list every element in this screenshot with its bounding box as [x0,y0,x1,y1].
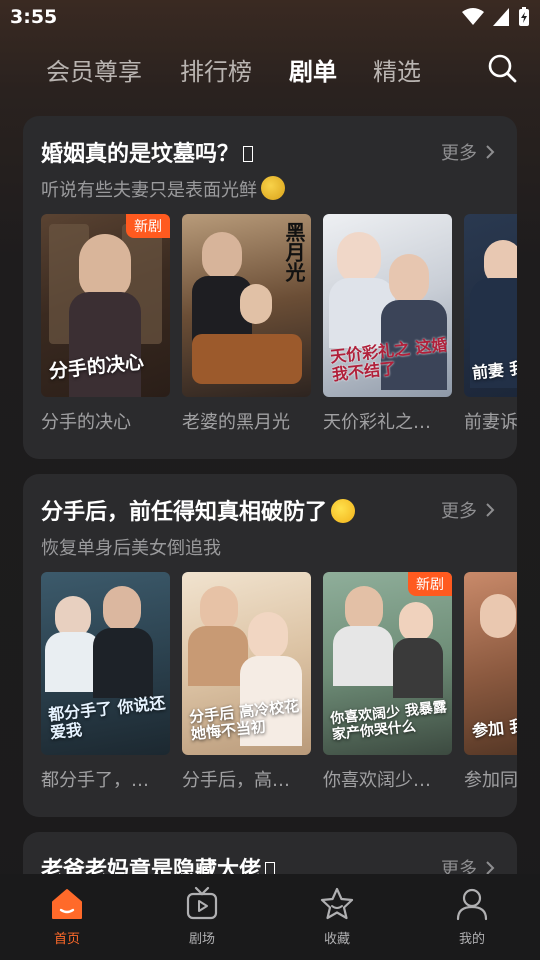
status-icons [462,7,530,27]
section-subtitle: 听说有些夫妻只是表面光鲜 [41,176,285,202]
status-bar: 3:55 [0,0,540,36]
drama-title: 你喜欢阔少… [323,770,431,791]
search-icon[interactable] [486,52,518,84]
drama-poster-image: 你喜欢阔少 我暴露家产你哭什么 新剧 [323,572,452,755]
new-drama-badge: 新剧 [408,572,452,596]
poster-row: 都分手了 你说还爱我 都分手了，… 分手后 高冷校花 她悔不当初 分手后，高… … [41,572,517,812]
section-title[interactable]: 婚姻真的是坟墓吗？ [41,136,254,168]
signal-icon [493,8,509,26]
drama-poster-image: 都分手了 你说还爱我 [41,572,170,755]
poster-title-art: 都分手了 你说还爱我 [47,693,167,743]
drama-title: 老婆的黑月光 [182,412,290,433]
poster-row: 分手的决心 新剧 分手的决心 黑月光 老婆的黑月光 天价彩礼之 这婚我不结了 天… [41,214,517,454]
chevron-right-icon [486,145,495,159]
star-collect-icon [320,887,354,920]
bottom-navigation-bar: 首页 剧场 收藏 我的 [0,874,540,960]
section-subtitle: 恢复单身后美女倒追我 [41,538,221,559]
nav-profile[interactable]: 我的 [432,884,512,947]
tab-featured[interactable]: 精选 [373,52,421,87]
nav-home[interactable]: 首页 [27,884,107,947]
drama-poster-item[interactable]: 黑月光 老婆的黑月光 [182,214,311,434]
playlist-section-card: 分手后，前任得知真相破防了 恢复单身后美女倒追我 更多 都分手了 你说还爱我 都… [23,474,517,817]
person-profile-icon [456,888,488,921]
drama-poster-image: 天价彩礼之 这婚我不结了 [323,214,452,397]
nav-label: 首页 [53,932,80,947]
tab-playlist[interactable]: 剧单 [289,52,337,87]
drama-poster-item[interactable]: 参加 我惊 参加同 [464,572,517,792]
drama-poster-item[interactable]: 分手后 高冷校花 她悔不当初 分手后，高… [182,572,311,792]
tab-ranking[interactable]: 排行榜 [180,52,252,87]
drama-poster-image: 分手后 高冷校花 她悔不当初 [182,572,311,755]
new-drama-badge: 新剧 [126,214,170,238]
nav-label: 我的 [458,932,485,947]
poster-title-art: 黑月光 [282,222,306,282]
wifi-icon [462,8,484,25]
drama-poster-item[interactable]: 你喜欢阔少 我暴露家产你哭什么 新剧 你喜欢阔少… [323,572,452,792]
section-title[interactable]: 分手后，前任得知真相破防了 [41,494,356,526]
thinking-emoji-icon [261,176,285,200]
status-time: 3:55 [10,6,58,28]
drama-poster-item[interactable]: 都分手了 你说还爱我 都分手了，… [41,572,170,792]
drama-title: 分手后，高… [182,770,290,791]
poster-title-art: 你喜欢阔少 我暴露家产你哭什么 [329,699,448,744]
drama-poster-image: 前妻 我已 [464,214,517,397]
playlist-section-card: 婚姻真的是坟墓吗？ 听说有些夫妻只是表面光鲜 更多 分手的决心 新剧 分手的决心 [23,116,517,459]
drama-title: 前妻诉 [464,412,517,433]
drama-title: 参加同 [464,770,517,791]
poster-title-art: 参加 我惊 [471,714,517,741]
top-tab-bar: 会员尊享 排行榜 剧单 精选 [0,48,540,92]
drama-poster-item[interactable]: 分手的决心 新剧 分手的决心 [41,214,170,434]
nav-label: 收藏 [323,932,350,947]
drama-poster-image: 分手的决心 新剧 [41,214,170,397]
drama-title: 分手的决心 [41,412,131,433]
nav-label: 剧场 [188,932,215,947]
drama-title: 天价彩礼之… [323,412,431,433]
drama-poster-image: 参加 我惊 [464,572,517,755]
battery-icon [519,7,529,26]
drama-title: 都分手了，… [41,770,149,791]
tab-member-exclusive[interactable]: 会员尊享 [46,52,142,87]
theater-play-icon [186,886,218,920]
drama-poster-item[interactable]: 前妻 我已 前妻诉 [464,214,517,434]
drama-poster-item[interactable]: 天价彩礼之 这婚我不结了 天价彩礼之… [323,214,452,434]
drama-poster-image: 黑月光 [182,214,311,397]
nav-favorites[interactable]: 收藏 [297,884,377,947]
more-button[interactable]: 更多 [441,497,495,523]
nav-theater[interactable]: 剧场 [162,884,242,947]
more-button[interactable]: 更多 [441,139,495,165]
chevron-right-icon [486,503,495,517]
home-icon [52,889,82,919]
wink-emoji-icon [331,499,356,523]
